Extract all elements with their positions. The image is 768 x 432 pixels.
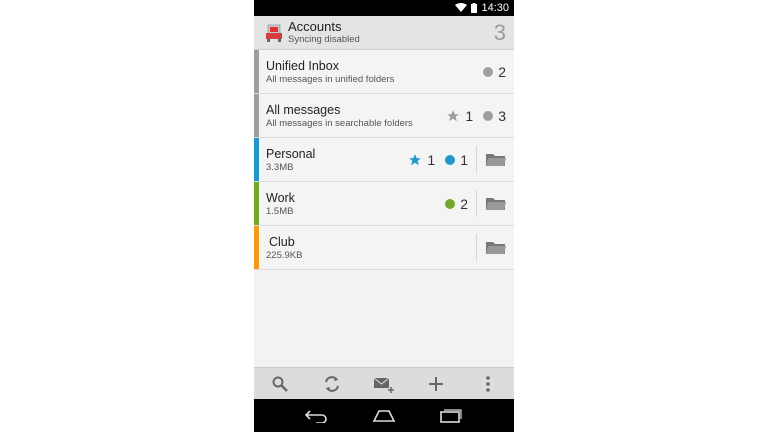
phone-screen: 14:30 Accounts Syncing disabled 3 Unifie… — [254, 0, 514, 432]
star-icon — [447, 109, 460, 121]
wifi-icon — [455, 3, 468, 13]
open-folder-button[interactable] — [476, 234, 514, 261]
folder-icon — [485, 241, 506, 254]
folder-description: 3.3MB — [266, 161, 294, 173]
folder-row-club[interactable]: Club 225.9KB — [254, 226, 514, 270]
folder-name: All messages — [266, 102, 341, 117]
status-time: 14:30 — [481, 2, 509, 14]
unread-dot-icon — [483, 110, 494, 121]
compose-icon[interactable] — [369, 369, 399, 399]
folder-name: Work — [266, 190, 295, 205]
unread-dot-icon — [445, 198, 456, 209]
unread-dot-icon — [483, 66, 494, 77]
unread-count: 2 — [483, 64, 506, 80]
accounts-app-icon — [264, 23, 284, 43]
unread-dot-icon — [445, 154, 456, 165]
starred-count: 1 — [408, 152, 435, 168]
action-toolbar — [254, 367, 514, 399]
search-icon[interactable] — [265, 369, 295, 399]
system-navigation-bar — [254, 399, 514, 432]
starred-count: 1 — [446, 108, 473, 124]
overflow-menu-icon[interactable] — [473, 369, 503, 399]
header-subtitle: Syncing disabled — [288, 34, 360, 45]
open-folder-button[interactable] — [476, 190, 514, 217]
starred-count-value: 1 — [427, 151, 436, 168]
folder-icon — [485, 197, 506, 210]
folder-description: All messages in unified folders — [266, 73, 395, 85]
unread-count-value: 1 — [460, 151, 468, 168]
unread-count-value: 3 — [498, 107, 506, 124]
back-icon[interactable] — [297, 401, 337, 431]
folder-row-work[interactable]: Work 1.5MB 2 — [254, 182, 514, 226]
folder-row-personal[interactable]: Personal 3.3MB 1 1 — [254, 138, 514, 182]
starred-count-value: 1 — [465, 107, 474, 124]
refresh-icon[interactable] — [317, 369, 347, 399]
folder-row-unified-inbox[interactable]: Unified Inbox All messages in unified fo… — [254, 50, 514, 94]
recents-icon[interactable] — [431, 401, 471, 431]
star-icon — [409, 153, 422, 165]
header-count: 3 — [493, 20, 506, 45]
status-bar: 14:30 — [254, 0, 514, 16]
unread-count: 3 — [483, 108, 506, 124]
unread-count-value: 2 — [460, 195, 468, 212]
unread-count: 2 — [445, 196, 468, 212]
unread-count-value: 2 — [498, 63, 506, 80]
open-folder-button[interactable] — [476, 146, 514, 173]
folder-description: 1.5MB — [266, 205, 294, 217]
folder-description: 225.9KB — [266, 249, 303, 261]
folder-name: Unified Inbox — [266, 58, 339, 73]
accounts-header[interactable]: Accounts Syncing disabled 3 — [254, 16, 514, 50]
folder-list: Unified Inbox All messages in unified fo… — [254, 50, 514, 270]
home-icon[interactable] — [364, 401, 404, 431]
folder-name: Club — [269, 234, 295, 249]
battery-icon — [471, 3, 478, 13]
folder-icon — [485, 153, 506, 166]
unread-count: 1 — [445, 152, 468, 168]
folder-description: All messages in searchable folders — [266, 117, 413, 129]
folder-name: Personal — [266, 146, 316, 161]
add-icon[interactable] — [421, 369, 451, 399]
header-title: Accounts — [288, 19, 342, 34]
folder-row-all-messages[interactable]: All messages All messages in searchable … — [254, 94, 514, 138]
